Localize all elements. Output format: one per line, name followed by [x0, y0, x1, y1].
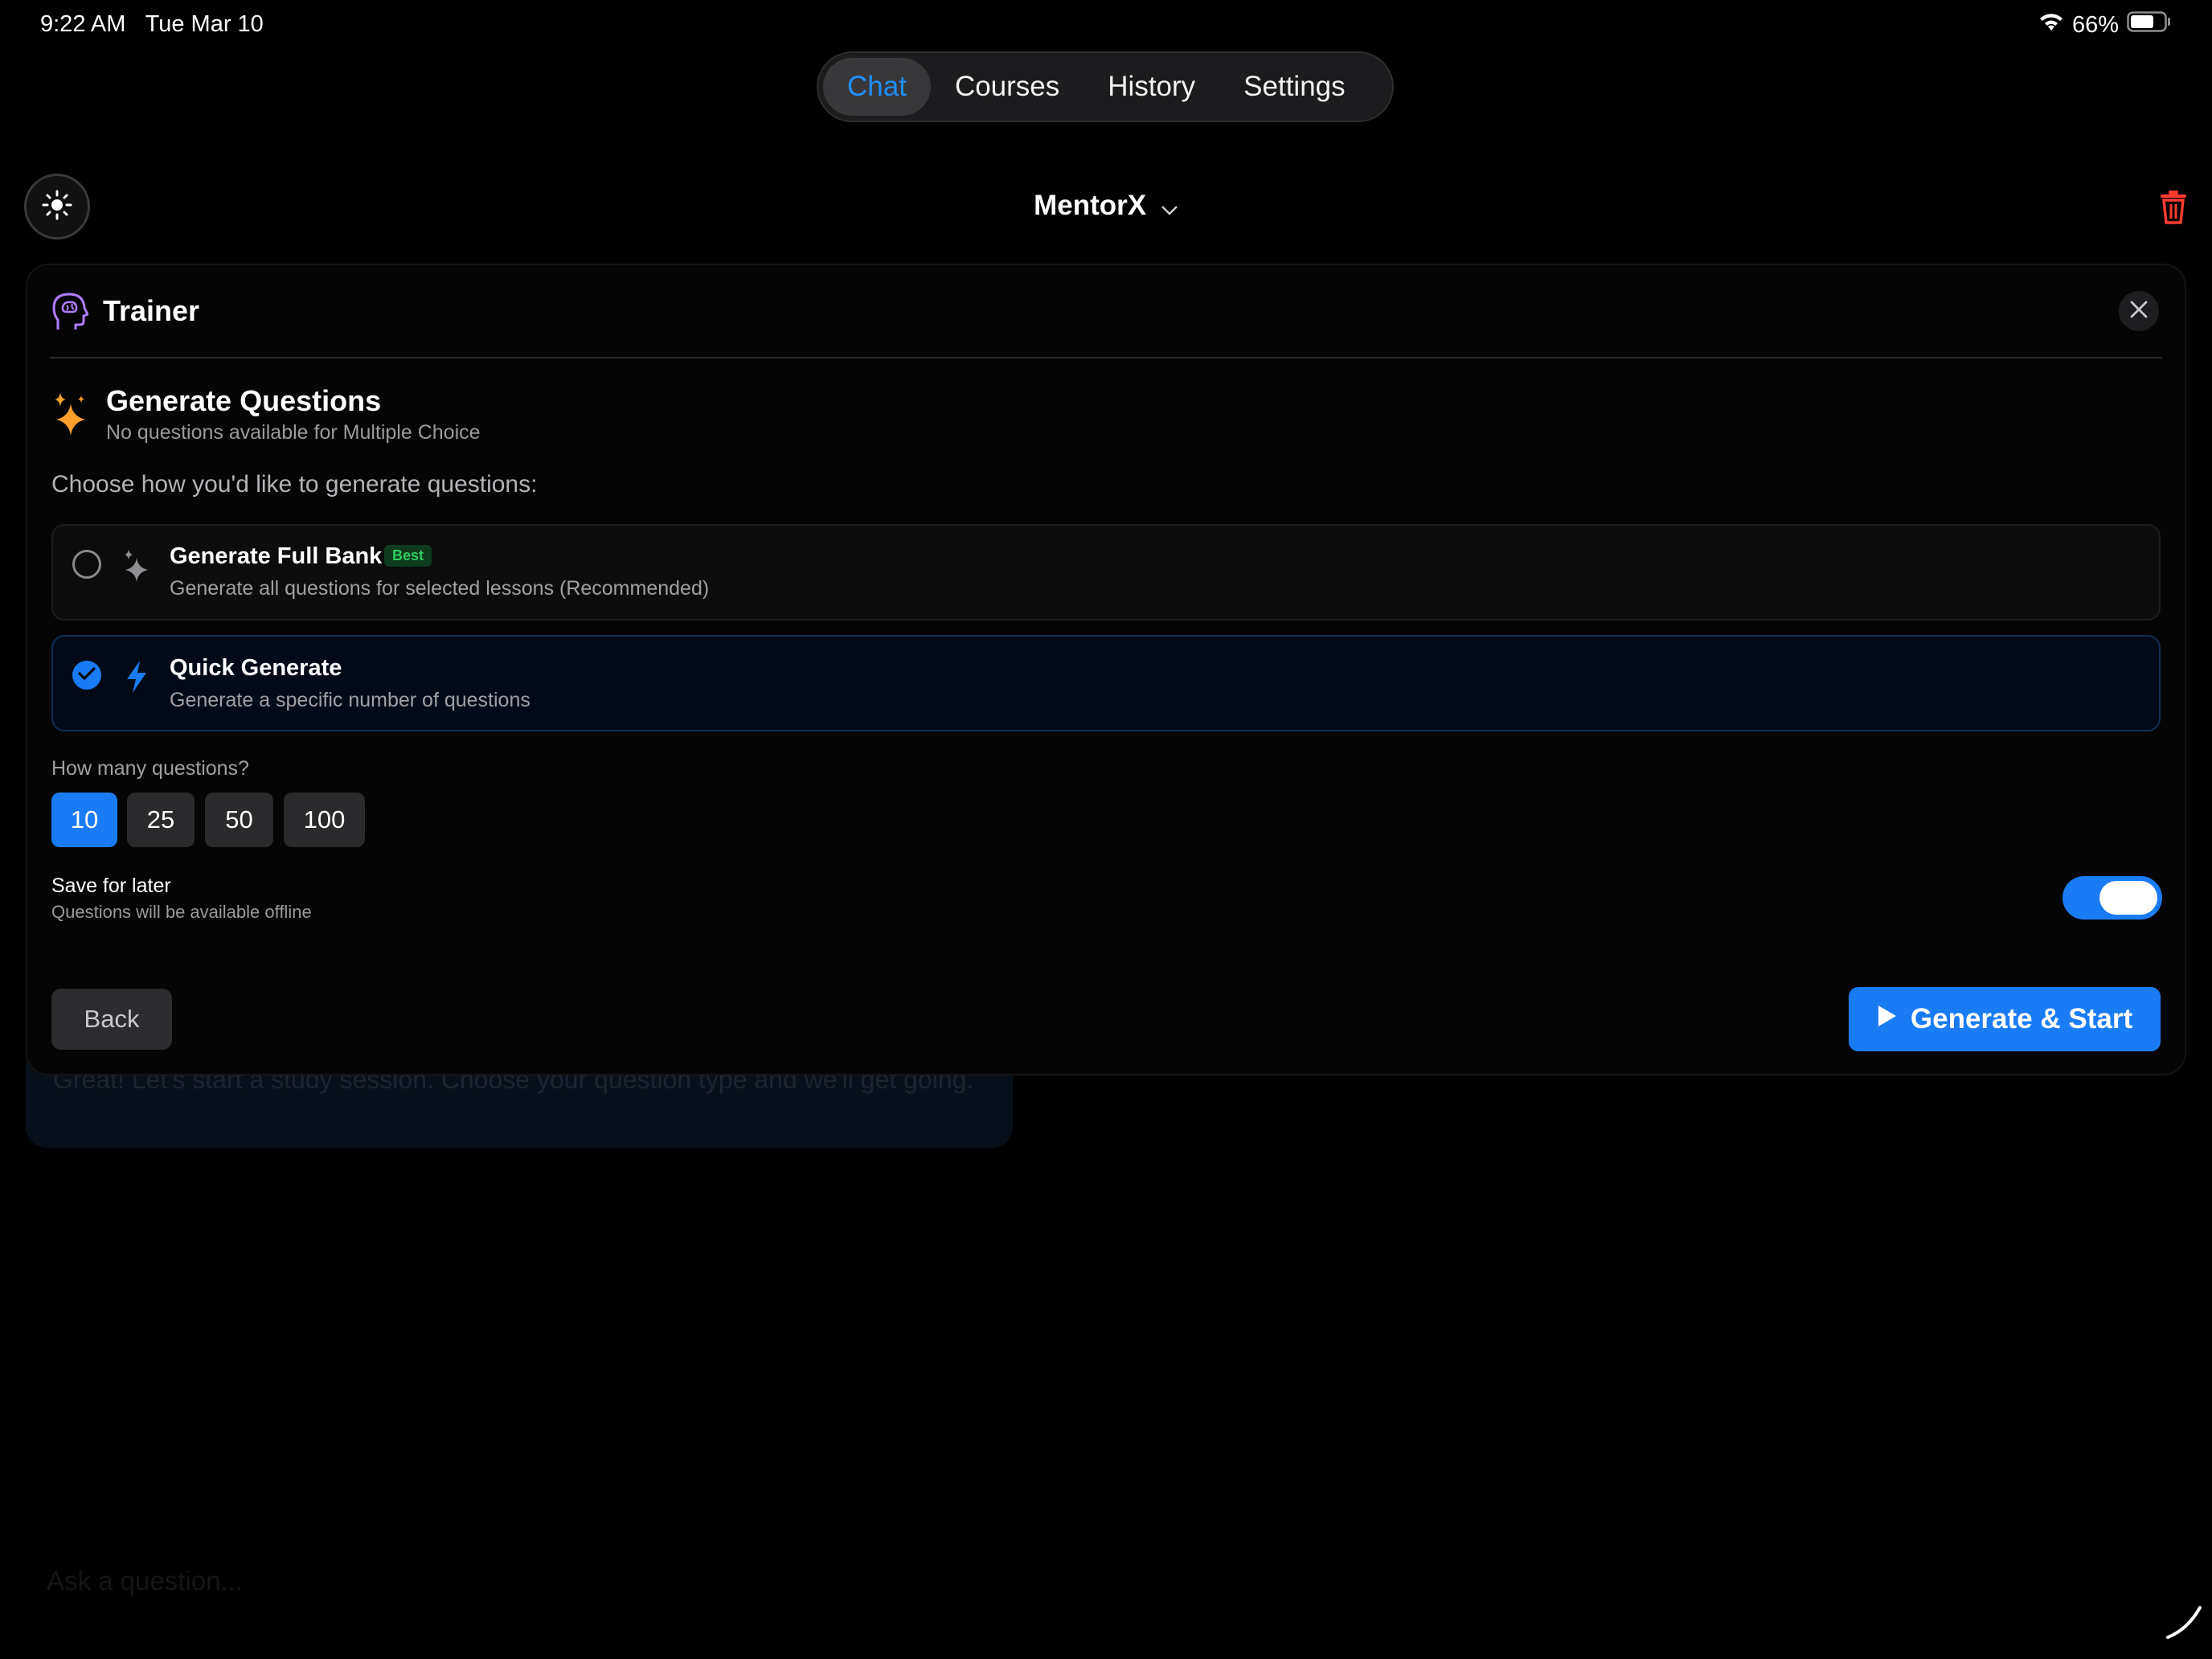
option-title: Quick Generate [170, 655, 342, 681]
model-name: MentorX [1034, 190, 1147, 221]
status-clock: 9:22 AM [40, 11, 126, 37]
option-full-bank[interactable] [51, 524, 2161, 621]
tab-settings[interactable]: Settings [1219, 58, 1369, 116]
option-quick-generate[interactable] [51, 635, 2161, 731]
panel-divider [50, 357, 2162, 358]
delete-chat-button[interactable] [2156, 188, 2191, 225]
chevron-down-icon [1161, 191, 1178, 223]
chat-input[interactable]: Ask a question... [47, 1566, 243, 1596]
option-title: Generate Full Bank [170, 543, 383, 569]
section-title: Generate Questions [106, 384, 382, 417]
generate-start-button[interactable]: Generate & Start [1849, 987, 2161, 1051]
count-label: How many questions? [51, 757, 249, 780]
brain-icon [51, 291, 89, 335]
save-for-later-label: Save for later [51, 875, 171, 897]
count-button-10[interactable]: 10 [51, 793, 117, 847]
radio-selected[interactable] [72, 661, 101, 690]
tab-history[interactable]: History [1083, 58, 1219, 116]
generate-start-label: Generate & Start [1910, 1003, 2133, 1034]
status-date: Tue Mar 10 [145, 11, 264, 37]
choose-label: Choose how you'd like to generate questi… [51, 471, 538, 498]
send-icon[interactable] [2164, 1601, 2204, 1645]
toggle-knob [2099, 881, 2157, 915]
checkmark-icon [78, 666, 96, 685]
count-button-100[interactable]: 100 [284, 793, 365, 847]
battery-percent: 66% [2071, 11, 2119, 38]
trash-icon [2156, 190, 2191, 228]
battery-icon [2127, 11, 2172, 39]
play-icon [1877, 1003, 1898, 1035]
count-button-50[interactable]: 50 [205, 793, 273, 847]
status-indicators: 66% [2038, 11, 2172, 39]
tab-courses[interactable]: Courses [931, 58, 1083, 116]
wifi-icon [2038, 12, 2064, 39]
save-for-later-toggle[interactable] [2062, 876, 2162, 920]
tab-chat[interactable]: Chat [823, 58, 931, 116]
count-button-25[interactable]: 25 [127, 793, 195, 847]
top-tab-bar: Chat Courses History Settings [817, 51, 1394, 122]
back-button[interactable]: Back [51, 989, 172, 1050]
section-subtitle: No questions available for Multiple Choi… [106, 421, 481, 444]
panel-title: Trainer [103, 294, 200, 327]
option-description: Generate all questions for selected less… [170, 577, 710, 600]
bolt-icon [125, 661, 148, 697]
save-for-later-subtitle: Questions will be available offline [51, 902, 312, 922]
sparkles-icon [122, 550, 151, 586]
option-description: Generate a specific number of questions [170, 689, 530, 711]
status-time: 9:22 AM Tue Mar 10 [40, 11, 264, 38]
close-button[interactable] [2119, 291, 2159, 331]
close-icon [2129, 300, 2149, 323]
model-selector[interactable]: MentorX [0, 190, 2212, 223]
best-badge: Best [384, 545, 432, 567]
sparkles-icon [51, 392, 88, 441]
radio-unselected[interactable] [72, 550, 101, 579]
